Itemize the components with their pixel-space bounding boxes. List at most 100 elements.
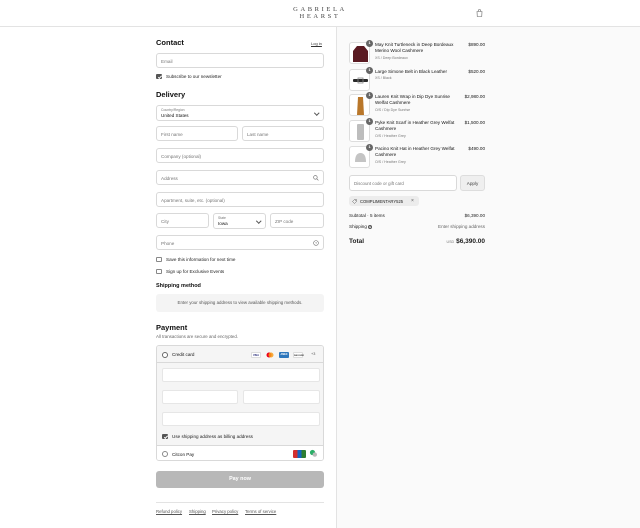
- discount-code-text: COMPLIMENTARY525: [360, 198, 404, 204]
- zip-field[interactable]: ZIP code: [270, 213, 324, 228]
- remove-discount-icon[interactable]: ×: [411, 198, 414, 204]
- line-item: 1 May Knit Turtleneck in Deep Bordeaux M…: [349, 40, 485, 66]
- phone-field[interactable]: Phone ?: [156, 235, 324, 250]
- security-code-field[interactable]: [243, 390, 320, 404]
- quantity-badge: 1: [366, 67, 373, 74]
- brand-logo-line1: GABRIELA: [293, 6, 347, 13]
- shipping-method-heading: Shipping method: [156, 283, 201, 289]
- payment-subtitle: All transactions are secure and encrypte…: [156, 334, 239, 339]
- payment-options: Credit card VISA AMEX DISCOVER +3 Use sh…: [156, 345, 324, 461]
- product-name: Pyke Knit Scarf in Heather Grey Welfat C…: [375, 120, 455, 132]
- citcon-pay-option[interactable]: Citcon Pay: [157, 445, 323, 460]
- product-variant: O/S / Heather Grey: [375, 160, 406, 164]
- expiration-field[interactable]: [162, 390, 238, 404]
- newsletter-checkbox-row[interactable]: Subscribe to our newsletter: [156, 73, 324, 80]
- city-field[interactable]: City: [156, 213, 209, 228]
- product-name: Lauren Knit Wrap in Dip Dye Sunrise Welf…: [375, 94, 450, 106]
- total-label: Total: [349, 238, 365, 245]
- email-placeholder: Email: [161, 58, 173, 64]
- product-price: $490.00: [468, 146, 485, 151]
- last-name-field[interactable]: Last name: [242, 126, 324, 141]
- product-name: Pacino Knit Hat in Heather Grey Welfat C…: [375, 146, 455, 158]
- line-item: 1 Pacino Knit Hat in Heather Grey Welfat…: [349, 144, 485, 170]
- billing-same-checkbox-row[interactable]: Use shipping address as billing address: [162, 433, 320, 440]
- product-thumbnail: 1: [349, 67, 373, 91]
- save-info-checkbox-row[interactable]: Save this information for next time: [156, 256, 324, 263]
- brand-logo-line2: HEARST: [299, 13, 341, 20]
- brand-logo[interactable]: GABRIELA HEARST: [0, 6, 640, 20]
- login-link[interactable]: Log in: [311, 41, 322, 46]
- product-variant: O/S / Dip Dye Sunrise: [375, 108, 411, 112]
- shipping-value: Enter shipping address: [438, 224, 485, 229]
- line-item: 1 Lauren Knit Wrap in Dip Dye Sunrise We…: [349, 92, 485, 118]
- amex-icon: AMEX: [279, 351, 289, 358]
- quantity-badge: 1: [366, 118, 373, 125]
- state-select[interactable]: State Iowa: [213, 213, 266, 229]
- exclusive-events-checkbox[interactable]: [156, 268, 162, 274]
- total-value: $6,390.00: [456, 238, 485, 245]
- credit-card-form: Use shipping address as billing address: [157, 363, 323, 445]
- zip-placeholder: ZIP code: [275, 218, 294, 224]
- phone-placeholder: Phone: [161, 240, 175, 246]
- quantity-badge: 1: [366, 144, 373, 151]
- discount-placeholder: Discount code or gift card: [354, 181, 404, 186]
- product-variant: XS / Black: [375, 76, 392, 80]
- info-icon[interactable]: ?: [367, 224, 372, 229]
- quantity-badge: 1: [366, 92, 373, 99]
- newsletter-checkbox[interactable]: [156, 73, 162, 79]
- address-placeholder: Address: [161, 175, 178, 181]
- site-header: GABRIELA HEARST: [0, 0, 640, 27]
- shipping-policy-link[interactable]: Shipping: [189, 509, 206, 514]
- visa-icon: VISA: [251, 351, 261, 358]
- product-name: Large Simone Belt in Black Leather: [375, 69, 448, 74]
- billing-same-checkbox[interactable]: [162, 433, 168, 439]
- citcon-pay-label: Citcon Pay: [172, 451, 195, 457]
- line-item: 1 Large Simone Belt in Black Leather XS …: [349, 67, 485, 93]
- name-on-card-field[interactable]: [162, 412, 320, 426]
- company-field[interactable]: Company (optional): [156, 148, 324, 163]
- apply-discount-button[interactable]: Apply: [460, 175, 485, 191]
- country-select[interactable]: Country/Region United States: [156, 105, 324, 121]
- wechat-pay-icon: [309, 449, 318, 458]
- product-thumbnail: 1: [349, 40, 373, 64]
- more-cards-badge: +3: [311, 352, 316, 356]
- refund-policy-link[interactable]: Refund policy: [156, 509, 182, 514]
- discount-code-field[interactable]: Discount code or gift card: [349, 175, 457, 191]
- save-info-checkbox[interactable]: [156, 256, 162, 262]
- shopping-bag-icon[interactable]: [476, 9, 483, 17]
- save-info-label: Save this information for next time: [166, 257, 236, 262]
- address-field[interactable]: Address: [156, 170, 324, 185]
- state-value: Iowa: [218, 221, 228, 226]
- terms-of-service-link[interactable]: Terms of service: [245, 509, 276, 514]
- search-icon: [313, 175, 319, 181]
- total-currency: USD: [446, 240, 455, 244]
- credit-card-option[interactable]: Credit card VISA AMEX DISCOVER +3: [157, 346, 323, 363]
- state-label: State: [218, 216, 226, 220]
- last-name-placeholder: Last name: [247, 131, 269, 137]
- product-price: $520.00: [468, 69, 485, 74]
- help-circle-icon[interactable]: ?: [313, 240, 319, 246]
- product-thumbnail: 1: [349, 144, 373, 168]
- discover-icon: DISCOVER: [293, 351, 304, 358]
- apartment-field[interactable]: Apartment, suite, etc. (optional): [156, 192, 324, 207]
- shipping-label: Shipping: [349, 224, 367, 229]
- product-price: $2,980.00: [464, 94, 485, 99]
- unionpay-icon: [293, 450, 306, 458]
- card-number-field[interactable]: [162, 368, 320, 382]
- mastercard-icon: [265, 352, 275, 358]
- line-item: 1 Pyke Knit Scarf in Heather Grey Welfat…: [349, 118, 485, 144]
- privacy-policy-link[interactable]: Privacy policy: [212, 509, 238, 514]
- email-field[interactable]: Email: [156, 53, 324, 68]
- exclusive-events-checkbox-row[interactable]: Sign up for Exclusive Events: [156, 268, 324, 275]
- first-name-field[interactable]: First name: [156, 126, 238, 141]
- credit-card-radio[interactable]: [162, 351, 168, 358]
- payment-heading: Payment: [156, 323, 188, 332]
- contact-heading: Contact: [156, 38, 184, 47]
- city-placeholder: City: [161, 218, 169, 224]
- subtotal-label: Subtotal · 5 items: [349, 213, 385, 218]
- pay-now-button[interactable]: Pay now: [156, 471, 324, 488]
- citcon-pay-radio[interactable]: [162, 451, 168, 457]
- total-row: Total USD $6,390.00: [349, 238, 485, 248]
- chevron-down-icon: [313, 110, 319, 116]
- product-price: $1,500.00: [464, 120, 485, 125]
